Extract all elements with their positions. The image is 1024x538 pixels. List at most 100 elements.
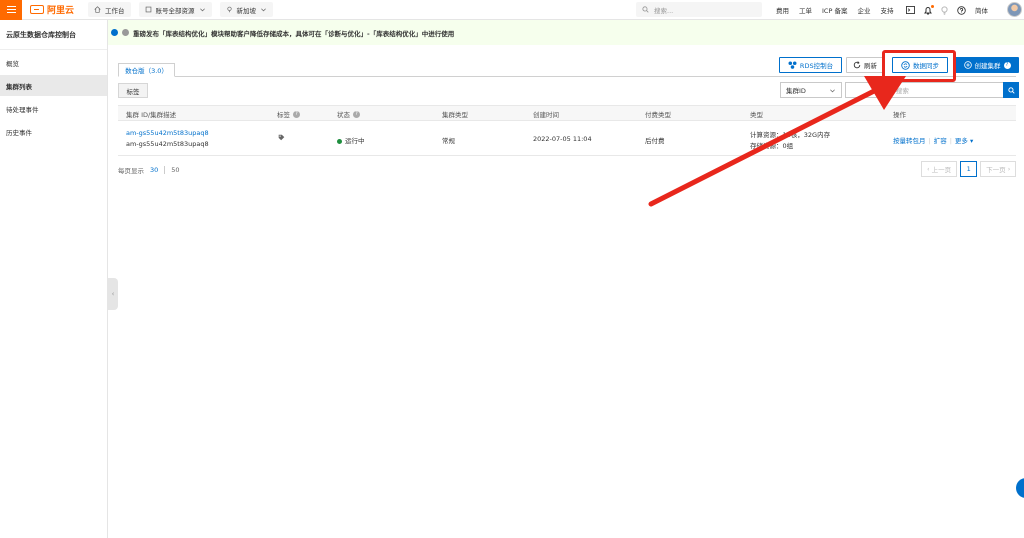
billing-cell: 后付费 bbox=[645, 137, 665, 145]
top-link-tickets[interactable]: 工单 bbox=[799, 5, 812, 15]
scale-out-link[interactable]: 扩容 bbox=[934, 137, 947, 145]
actions-cell: 按量转包月 | 扩容 | 更多 ▾ bbox=[893, 135, 973, 145]
floating-help-button[interactable] bbox=[1016, 478, 1024, 498]
prev-page-button[interactable]: ‹ 上一页 bbox=[921, 161, 958, 177]
location-icon bbox=[226, 6, 232, 13]
help-icon[interactable]: ? bbox=[353, 110, 360, 118]
aliyun-logo-icon bbox=[30, 5, 44, 14]
page-size-label: 每页显示 bbox=[118, 167, 144, 175]
global-search-placeholder: 搜索... bbox=[654, 6, 674, 15]
more-actions-dropdown[interactable]: 更多 ▾ bbox=[955, 137, 973, 145]
announcement-banner: 重磅发布「库表结构优化」模块帮助客户降低存储成本，具体可在「诊断与优化」-「库表… bbox=[108, 20, 1024, 45]
account-resources-dropdown[interactable]: 账号全部资源 bbox=[138, 2, 212, 17]
info-dot-icon bbox=[111, 29, 118, 36]
type-storage: 存储资源：0组 bbox=[750, 142, 794, 150]
top-link-support[interactable]: 支持 bbox=[880, 5, 893, 15]
notification-bell-icon[interactable] bbox=[924, 4, 934, 15]
column-label: 状态 bbox=[337, 111, 350, 119]
chevron-down-icon bbox=[261, 8, 266, 12]
workbench-button[interactable]: 工作台 bbox=[88, 2, 131, 17]
column-label: 创建时间 bbox=[533, 111, 559, 119]
convert-to-subscription-link[interactable]: 按量转包月 bbox=[893, 137, 926, 145]
help-icon[interactable] bbox=[957, 5, 966, 15]
resource-icon bbox=[145, 6, 151, 13]
chevron-left-icon: ‹ bbox=[111, 290, 115, 298]
help-icon[interactable]: ? bbox=[293, 110, 300, 118]
top-links: 费用 工单 ICP 备案 企业 支持 bbox=[776, 0, 893, 20]
annotation-arrow-icon bbox=[648, 76, 906, 207]
home-icon bbox=[94, 6, 101, 13]
top-link-icp[interactable]: ICP 备案 bbox=[822, 5, 847, 15]
page-size-selector: 每页显示 30 50 bbox=[118, 163, 180, 177]
lightbulb-icon[interactable] bbox=[941, 5, 948, 15]
prev-page-label: 上一页 bbox=[931, 166, 952, 174]
announcement-text: 重磅发布「库表结构优化」模块帮助客户降低存储成本，具体可在「诊断与优化」-「库表… bbox=[133, 29, 455, 38]
column-label: 操作 bbox=[893, 111, 906, 119]
rds-console-button[interactable]: RDS控制台 bbox=[779, 57, 842, 73]
column-header-status: 状态? bbox=[337, 106, 360, 122]
column-header-billing: 付费类型 bbox=[645, 106, 671, 122]
menu-icon[interactable] bbox=[0, 0, 22, 20]
workbench-label: 工作台 bbox=[105, 6, 125, 15]
top-link-billing[interactable]: 费用 bbox=[776, 5, 789, 15]
search-button[interactable] bbox=[1003, 82, 1019, 98]
chevron-down-icon bbox=[199, 8, 205, 12]
page-size-30[interactable]: 30 bbox=[150, 166, 158, 174]
column-header-tags: 标签? bbox=[277, 106, 300, 122]
sidebar-item-cluster-list[interactable]: 集群列表 bbox=[0, 75, 107, 96]
sidebar-item-pending-events[interactable]: 待处理事件 bbox=[0, 98, 107, 119]
refresh-icon bbox=[853, 61, 861, 69]
cluster-id-link[interactable]: am-gs55u42m5t83upaq8 bbox=[126, 129, 209, 137]
sidebar-collapse-handle[interactable]: ‹ bbox=[108, 278, 118, 310]
cluster-search-input[interactable]: ID进行搜索 bbox=[845, 82, 1005, 98]
tag-icon[interactable] bbox=[278, 134, 285, 143]
refresh-button[interactable]: 刷新 bbox=[846, 57, 884, 73]
create-cluster-button[interactable]: 创建集群 ? bbox=[955, 57, 1019, 73]
top-link-enterprise[interactable]: 企业 bbox=[857, 5, 870, 15]
tab-warehouse-edition[interactable]: 数仓版（3.0） bbox=[118, 63, 175, 77]
terminal-icon[interactable] bbox=[906, 6, 915, 14]
console-app: 阿里云 工作台 账号全部资源 新加坡 搜索... 费用 工单 ICP 备案 企业… bbox=[0, 0, 1024, 538]
status-cell: 运行中 bbox=[337, 135, 365, 145]
column-label: 集群类型 bbox=[442, 111, 468, 119]
search-field-select[interactable]: 集群ID bbox=[780, 82, 842, 98]
help-icon[interactable]: ? bbox=[1003, 61, 1011, 69]
avatar[interactable] bbox=[1007, 2, 1022, 17]
cluster-description: am-gs55u42m5t83upaq8 bbox=[126, 140, 209, 148]
next-page-label: 下一页 bbox=[986, 166, 1006, 174]
info-dot-icon bbox=[122, 29, 129, 36]
next-page-button[interactable]: 下一页 › bbox=[980, 161, 1017, 177]
region-label: 新加坡 bbox=[236, 6, 257, 15]
created-time-cell: 2022-07-05 11:04 bbox=[533, 135, 592, 143]
chevron-right-icon: › bbox=[1005, 165, 1011, 173]
page-size-50[interactable]: 50 bbox=[171, 166, 179, 174]
region-dropdown[interactable]: 新加坡 bbox=[219, 2, 273, 17]
language-switch[interactable]: 简体 bbox=[975, 5, 988, 15]
cluster-type-cell: 常规 bbox=[442, 137, 455, 145]
search-icon bbox=[1007, 86, 1015, 94]
chevron-down-icon bbox=[830, 89, 835, 92]
sidebar-item-history-events[interactable]: 历史事件 bbox=[0, 121, 107, 142]
plus-circle-icon bbox=[963, 61, 972, 69]
account-resources-label: 账号全部资源 bbox=[155, 6, 195, 15]
cluster-search-placeholder: ID进行搜索 bbox=[876, 87, 909, 95]
current-page-button[interactable]: 1 bbox=[960, 161, 978, 177]
column-header-created: 创建时间 bbox=[533, 106, 559, 122]
column-header-cluster-type: 集群类型 bbox=[442, 106, 468, 122]
refresh-label: 刷新 bbox=[864, 62, 877, 70]
rds-console-label: RDS控制台 bbox=[799, 62, 834, 70]
column-label: 集群 ID/集群描述 bbox=[126, 111, 177, 119]
type-compute: 计算资源：16核，32G内存 bbox=[750, 131, 831, 139]
page-size-divider bbox=[164, 166, 166, 174]
status-text: 运行中 bbox=[345, 137, 365, 145]
sidebar: 云原生数据仓库控制台 概览 集群列表 待处理事件 历史事件 bbox=[0, 20, 108, 538]
column-label: 付费类型 bbox=[645, 111, 671, 119]
rds-icon bbox=[788, 61, 797, 69]
column-label: 标签 bbox=[277, 111, 290, 119]
tag-filter-button[interactable]: 标签 bbox=[118, 83, 148, 98]
action-separator: | bbox=[928, 137, 931, 145]
global-search-input[interactable]: 搜索... bbox=[636, 2, 762, 17]
sidebar-item-overview[interactable]: 概览 bbox=[0, 52, 107, 73]
brand-logo[interactable]: 阿里云 bbox=[30, 3, 80, 16]
table-row: am-gs55u42m5t83upaq8 am-gs55u42m5t83upaq… bbox=[118, 122, 1016, 156]
